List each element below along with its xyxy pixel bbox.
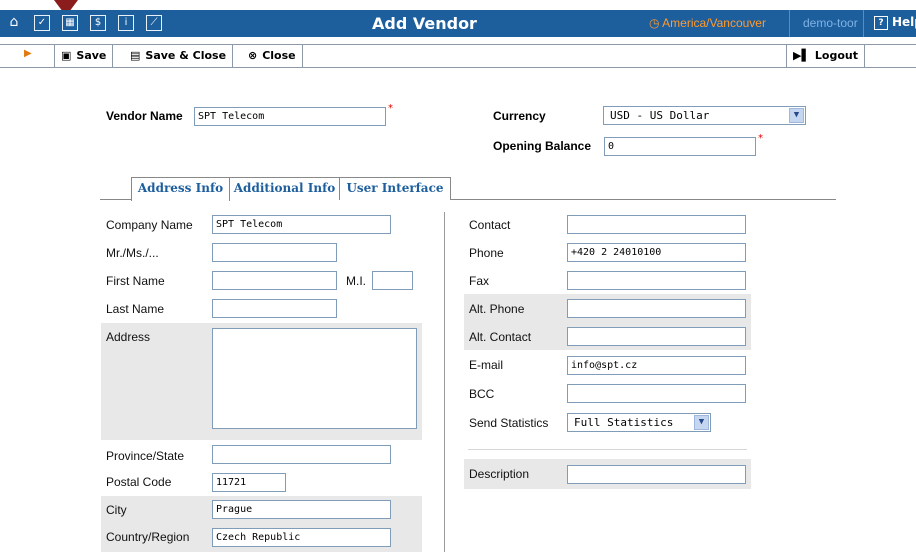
user-link[interactable]: demo-toor [803, 16, 858, 30]
description-label: Description [469, 467, 530, 481]
address-textarea[interactable] [212, 328, 417, 429]
bcc-label: BCC [469, 387, 495, 401]
country-input[interactable]: Czech Republic [212, 528, 391, 547]
page-title: Add Vendor [372, 14, 477, 33]
checkbox-icon[interactable]: ✓ [34, 15, 50, 31]
chevron-down-icon: ▼ [789, 108, 804, 123]
floppy-icon: ▣ [61, 49, 72, 62]
play-arrow-icon: ▶ [24, 48, 32, 59]
chart-icon[interactable]: ⟋ [146, 15, 162, 31]
salutation-label: Mr./Ms./... [106, 246, 159, 260]
first-name-input[interactable] [212, 271, 337, 290]
alt-contact-input[interactable] [567, 327, 746, 346]
currency-label: Currency [493, 109, 546, 123]
city-input[interactable]: Prague [212, 500, 391, 519]
divider [863, 10, 864, 37]
alt-contact-label: Alt. Contact [469, 330, 532, 344]
middle-initial-label: M.I. [346, 274, 366, 288]
help-link[interactable]: ?Help [874, 15, 916, 30]
close-icon: ⊗ [248, 49, 258, 62]
top-nav-bar: ⌂ ✓ ▦ $ i ⟋ Add Vendor ◷ America/Vancouv… [0, 10, 916, 37]
company-name-input[interactable]: SPT Telecom [212, 215, 391, 234]
postal-code-input[interactable]: 11721 [212, 473, 286, 492]
salutation-input[interactable] [212, 243, 337, 262]
alt-phone-label: Alt. Phone [469, 302, 525, 316]
opening-balance-label: Opening Balance [493, 139, 592, 153]
tab-address-info[interactable]: Address Info [131, 177, 230, 201]
email-input[interactable]: info@spt.cz [567, 356, 746, 375]
column-divider [444, 212, 445, 552]
currency-select[interactable]: USD - US Dollar ▼ [603, 106, 806, 125]
tab-user-interface[interactable]: User Interface [339, 177, 451, 200]
last-name-input[interactable] [212, 299, 337, 318]
opening-balance-input[interactable]: 0 [604, 137, 756, 156]
province-label: Province/State [106, 449, 185, 463]
province-input[interactable] [212, 445, 391, 464]
clock-icon: ◷ [649, 16, 663, 30]
chevron-down-icon: ▼ [694, 415, 709, 430]
toolbar: ▶ ▣ Save ▤ Save & Close ⊗ Close ▶▌ Logout [0, 44, 916, 68]
company-name-label: Company Name [106, 218, 193, 232]
phone-label: Phone [469, 246, 504, 260]
city-label: City [106, 503, 127, 517]
alt-phone-input[interactable] [567, 299, 746, 318]
logout-button[interactable]: ▶▌ Logout [786, 45, 865, 67]
divider [789, 10, 790, 37]
required-star: * [758, 133, 763, 144]
section-divider [468, 449, 747, 450]
save-button[interactable]: ▣ Save [54, 45, 114, 67]
send-statistics-label: Send Statistics [469, 416, 549, 430]
tab-additional-info[interactable]: Additional Info [229, 177, 340, 200]
timezone-link[interactable]: ◷ America/Vancouver [649, 16, 766, 30]
required-star: * [388, 103, 393, 114]
phone-input[interactable]: +420 2 24010100 [567, 243, 746, 262]
description-input[interactable] [567, 465, 746, 484]
info-icon[interactable]: i [118, 15, 134, 31]
country-label: Country/Region [106, 530, 190, 544]
send-statistics-select[interactable]: Full Statistics ▼ [567, 413, 711, 432]
vendor-name-input[interactable]: SPT Telecom [194, 107, 386, 126]
help-icon: ? [874, 16, 888, 30]
contact-input[interactable] [567, 215, 746, 234]
postal-code-label: Postal Code [106, 475, 172, 489]
last-name-label: Last Name [106, 302, 165, 316]
middle-initial-input[interactable] [372, 271, 413, 290]
logout-icon: ▶▌ [793, 49, 810, 62]
home-icon[interactable]: ⌂ [6, 15, 22, 31]
first-name-label: First Name [106, 274, 165, 288]
address-label: Address [106, 330, 151, 344]
bcc-input[interactable] [567, 384, 746, 403]
save-close-button[interactable]: ▤ Save & Close [124, 45, 234, 67]
dollar-icon[interactable]: $ [90, 15, 106, 31]
vendor-name-label: Vendor Name [106, 109, 183, 123]
fax-label: Fax [469, 274, 490, 288]
close-button[interactable]: ⊗ Close [242, 45, 303, 67]
contact-label: Contact [469, 218, 511, 232]
grid-icon[interactable]: ▦ [62, 15, 78, 31]
email-label: E-mail [469, 358, 504, 372]
floppy-close-icon: ▤ [130, 49, 141, 62]
fax-input[interactable] [567, 271, 746, 290]
